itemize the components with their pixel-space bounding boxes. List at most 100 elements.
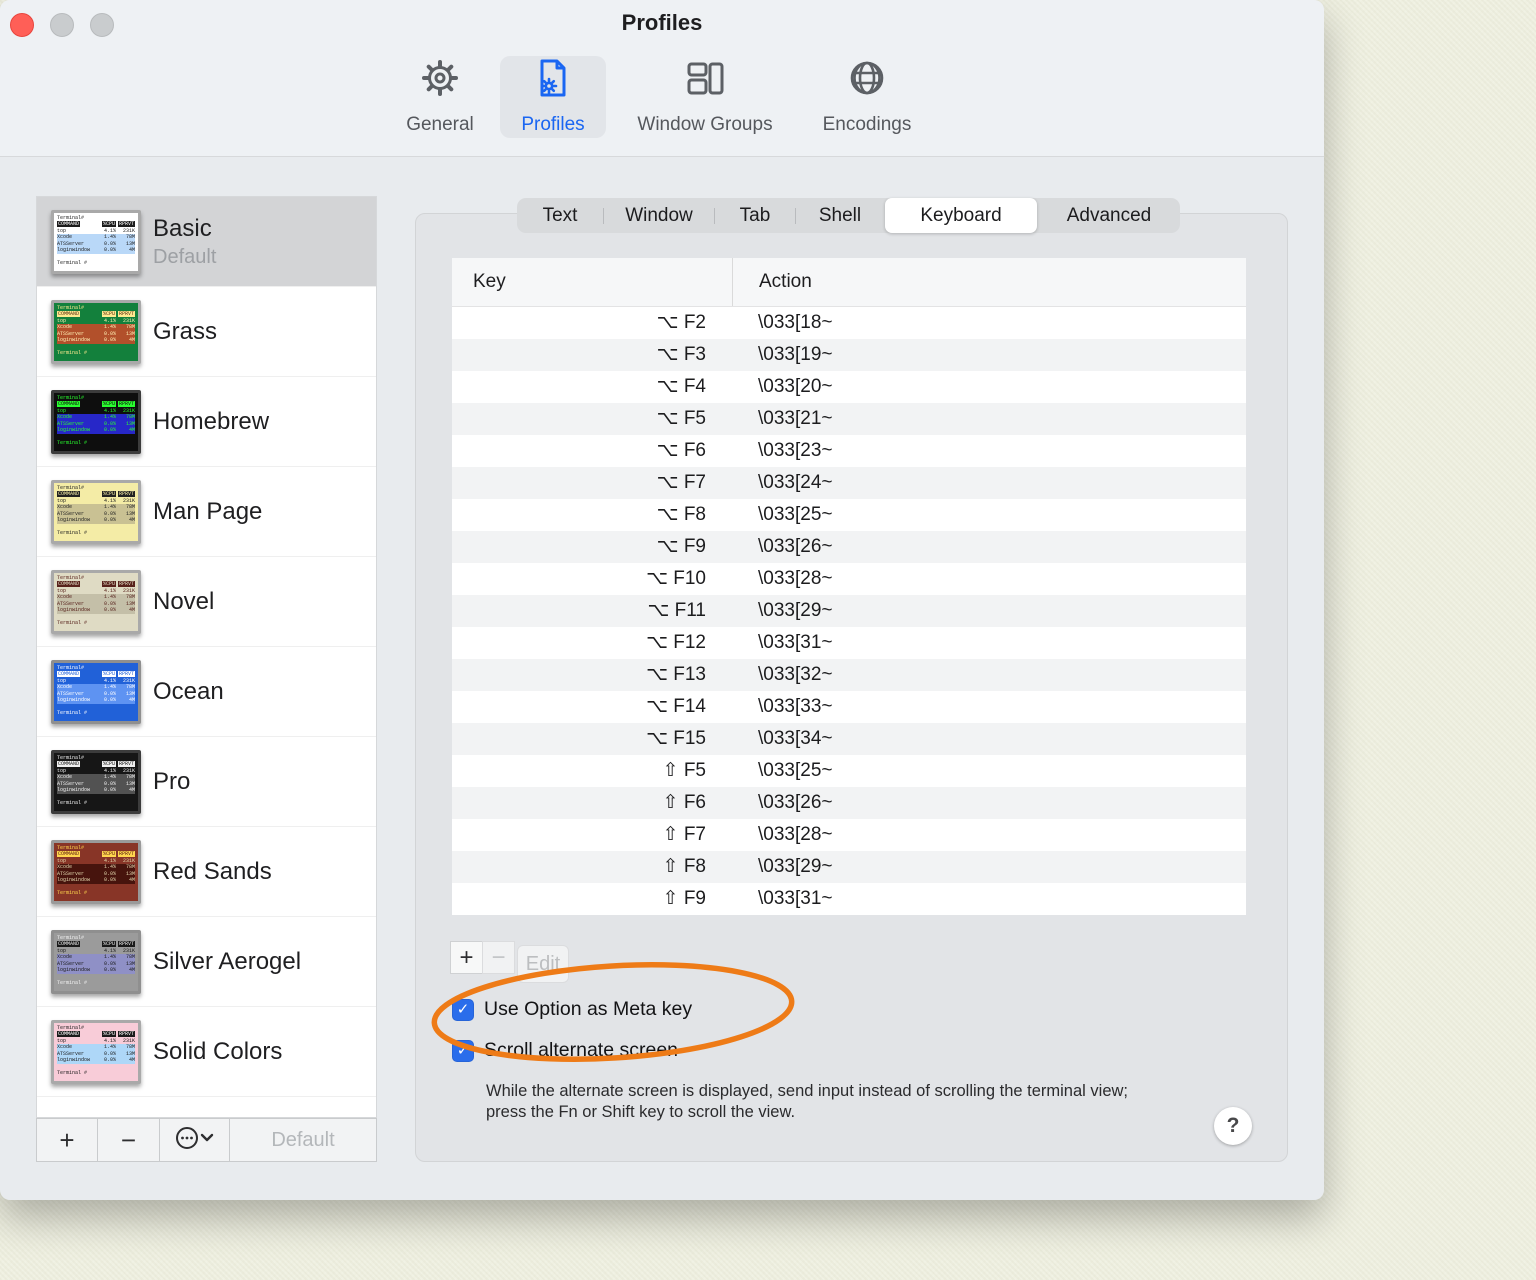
profile-thumbnail: Terminal# COMMAND %CPU RPRVT top 4.1% 231K Xcod… bbox=[51, 389, 141, 454]
action-cell: \033[26~ bbox=[758, 536, 833, 557]
use-option-meta-checkbox[interactable] bbox=[452, 998, 474, 1021]
profile-name: Novel bbox=[153, 587, 215, 615]
globe-icon bbox=[845, 56, 889, 100]
profile-item-man-page[interactable]: Terminal# COMMAND %CPU RPRVT top 4.1% 231K Xcod… bbox=[37, 467, 376, 557]
add-profile-button[interactable]: + bbox=[37, 1119, 98, 1161]
action-column-header[interactable]: Action bbox=[732, 258, 1246, 306]
key-cell: ⌥ F10 bbox=[646, 568, 706, 589]
profile-item-grass[interactable]: Terminal# COMMAND %CPU RPRVT top 4.1% 231K Xcod… bbox=[37, 287, 376, 377]
remove-profile-button[interactable]: − bbox=[98, 1119, 160, 1161]
scroll-alternate-screen-checkbox[interactable] bbox=[452, 1039, 474, 1062]
profile-name: Man Page bbox=[153, 497, 263, 525]
default-profile-button[interactable]: Default bbox=[230, 1119, 376, 1161]
tab-advanced[interactable]: Advanced bbox=[1038, 198, 1180, 233]
table-row[interactable]: ⇧ F6 \033[26~ bbox=[452, 787, 1246, 819]
tab-bar: Text Window Tab Shell Keyboard Advanced bbox=[517, 198, 1180, 233]
table-row[interactable]: ⌥ F6 \033[23~ bbox=[452, 435, 1246, 467]
window-groups-icon bbox=[682, 56, 728, 100]
tab-keyboard[interactable]: Keyboard bbox=[885, 198, 1037, 233]
action-cell: \033[34~ bbox=[758, 728, 833, 749]
action-cell: \033[21~ bbox=[758, 408, 833, 429]
tab-shell[interactable]: Shell bbox=[796, 198, 884, 233]
action-cell: \033[29~ bbox=[758, 600, 833, 621]
toolbar-item-profiles[interactable]: Profiles bbox=[500, 56, 606, 138]
table-row[interactable]: ⌥ F9 \033[26~ bbox=[452, 531, 1246, 563]
tab-tab[interactable]: Tab bbox=[715, 198, 795, 233]
table-header: Key Action bbox=[452, 258, 1246, 307]
profile-item-homebrew[interactable]: Terminal# COMMAND %CPU RPRVT top 4.1% 231K Xcod… bbox=[37, 377, 376, 467]
profile-name: Basic bbox=[153, 214, 212, 242]
key-cell: ⌥ F13 bbox=[646, 664, 706, 685]
key-cell: ⇧ F5 bbox=[662, 760, 706, 781]
profile-default-badge: Default bbox=[153, 245, 217, 268]
table-row[interactable]: ⇧ F8 \033[29~ bbox=[452, 851, 1246, 883]
profile-item-silver-aerogel[interactable]: Terminal# COMMAND %CPU RPRVT top 4.1% 231K Xcod… bbox=[37, 917, 376, 1007]
toolbar-item-general[interactable]: General bbox=[398, 56, 482, 138]
action-cell: \033[26~ bbox=[758, 792, 833, 813]
table-row[interactable]: ⌥ F15 \033[34~ bbox=[452, 723, 1246, 755]
help-button[interactable]: ? bbox=[1214, 1107, 1252, 1145]
key-cell: ⌥ F15 bbox=[646, 728, 706, 749]
profile-name: Ocean bbox=[153, 677, 224, 705]
action-cell: \033[19~ bbox=[758, 344, 833, 365]
gear-icon bbox=[418, 56, 462, 100]
table-row[interactable]: ⌥ F7 \033[24~ bbox=[452, 467, 1246, 499]
toolbar-item-encodings[interactable]: Encodings bbox=[810, 56, 924, 138]
action-cell: \033[31~ bbox=[758, 888, 833, 909]
profile-item-solid-colors[interactable]: Terminal# COMMAND %CPU RPRVT top 4.1% 231K Xcod… bbox=[37, 1007, 376, 1097]
action-cell: \033[29~ bbox=[758, 856, 833, 877]
action-cell: \033[24~ bbox=[758, 472, 833, 493]
toolbar-item-label: Encodings bbox=[822, 114, 912, 135]
profile-thumbnail: Terminal# COMMAND %CPU RPRVT top 4.1% 231K Xcod… bbox=[51, 839, 141, 904]
table-row[interactable]: ⇧ F5 \033[25~ bbox=[452, 755, 1246, 787]
key-cell: ⌥ F7 bbox=[656, 472, 706, 493]
table-row[interactable]: ⌥ F14 \033[33~ bbox=[452, 691, 1246, 723]
table-row[interactable]: ⌥ F13 \033[32~ bbox=[452, 659, 1246, 691]
table-row[interactable]: ⇧ F7 \033[28~ bbox=[452, 819, 1246, 851]
edit-key-button[interactable]: Edit bbox=[517, 945, 569, 983]
tab-text[interactable]: Text bbox=[517, 198, 603, 233]
profile-item-pro[interactable]: Terminal# COMMAND %CPU RPRVT top 4.1% 231K Xcod… bbox=[37, 737, 376, 827]
key-cell: ⌥ F12 bbox=[646, 632, 706, 653]
profile-name: Silver Aerogel bbox=[153, 947, 302, 975]
scroll-alternate-screen-label: Scroll alternate screen bbox=[484, 1039, 679, 1061]
table-row[interactable]: ⌥ F11 \033[29~ bbox=[452, 595, 1246, 627]
window-title: Profiles bbox=[621, 10, 703, 35]
profile-actions-menu-button[interactable] bbox=[160, 1119, 230, 1161]
key-cell: ⌥ F6 bbox=[656, 440, 706, 461]
table-row[interactable]: ⌥ F12 \033[31~ bbox=[452, 627, 1246, 659]
profile-item-ocean[interactable]: Terminal# COMMAND %CPU RPRVT top 4.1% 231K Xcod… bbox=[37, 647, 376, 737]
table-row[interactable]: ⇧ F9 \033[31~ bbox=[452, 883, 1246, 915]
profile-name: Grass bbox=[153, 317, 218, 345]
table-body: ⌥ F2 \033[18~ ⌥ F3 \033[19~ ⌥ F4 \033[20… bbox=[452, 307, 1246, 915]
profile-item-novel[interactable]: Terminal# COMMAND %CPU RPRVT top 4.1% 231K Xcod… bbox=[37, 557, 376, 647]
toolbar-item-label: Window Groups bbox=[637, 114, 773, 135]
add-key-button[interactable]: + bbox=[450, 941, 483, 974]
key-column-header[interactable]: Key bbox=[452, 271, 732, 293]
tab-window[interactable]: Window bbox=[604, 198, 714, 233]
action-cell: \033[25~ bbox=[758, 504, 833, 525]
profile-name: Homebrew bbox=[153, 407, 270, 435]
remove-key-button[interactable]: − bbox=[482, 941, 515, 974]
action-cell: \033[20~ bbox=[758, 376, 833, 397]
table-row[interactable]: ⌥ F5 \033[21~ bbox=[452, 403, 1246, 435]
profile-thumbnail: Terminal# COMMAND %CPU RPRVT top 4.1% 231K Xcod… bbox=[51, 659, 141, 724]
key-cell: ⌥ F5 bbox=[656, 408, 706, 429]
preferences-window: Profiles General Profiles Window Groups … bbox=[0, 0, 1324, 1200]
profile-thumbnail: Terminal# COMMAND %CPU RPRVT top 4.1% 231K Xcod… bbox=[51, 299, 141, 364]
profile-item-basic[interactable]: Terminal# COMMAND %CPU RPRVT top 4.1% 231K Xcod… bbox=[37, 197, 376, 287]
table-row[interactable]: ⌥ F8 \033[25~ bbox=[452, 499, 1246, 531]
toolbar-item-window-groups[interactable]: Window Groups bbox=[622, 56, 788, 138]
table-row[interactable]: ⌥ F2 \033[18~ bbox=[452, 307, 1246, 339]
key-cell: ⌥ F4 bbox=[656, 376, 706, 397]
profile-item-red-sands[interactable]: Terminal# COMMAND %CPU RPRVT top 4.1% 231K Xcod… bbox=[37, 827, 376, 917]
table-row[interactable]: ⌥ F3 \033[19~ bbox=[452, 339, 1246, 371]
key-cell: ⇧ F6 bbox=[662, 792, 706, 813]
profile-thumbnail: Terminal# COMMAND %CPU RPRVT top 4.1% 231K Xcod… bbox=[51, 479, 141, 544]
profile-document-icon bbox=[531, 56, 575, 100]
table-row[interactable]: ⌥ F10 \033[28~ bbox=[452, 563, 1246, 595]
chevron-down-icon bbox=[200, 1133, 213, 1141]
key-cell: ⇧ F8 bbox=[662, 856, 706, 877]
action-cell: \033[32~ bbox=[758, 664, 833, 685]
table-row[interactable]: ⌥ F4 \033[20~ bbox=[452, 371, 1246, 403]
